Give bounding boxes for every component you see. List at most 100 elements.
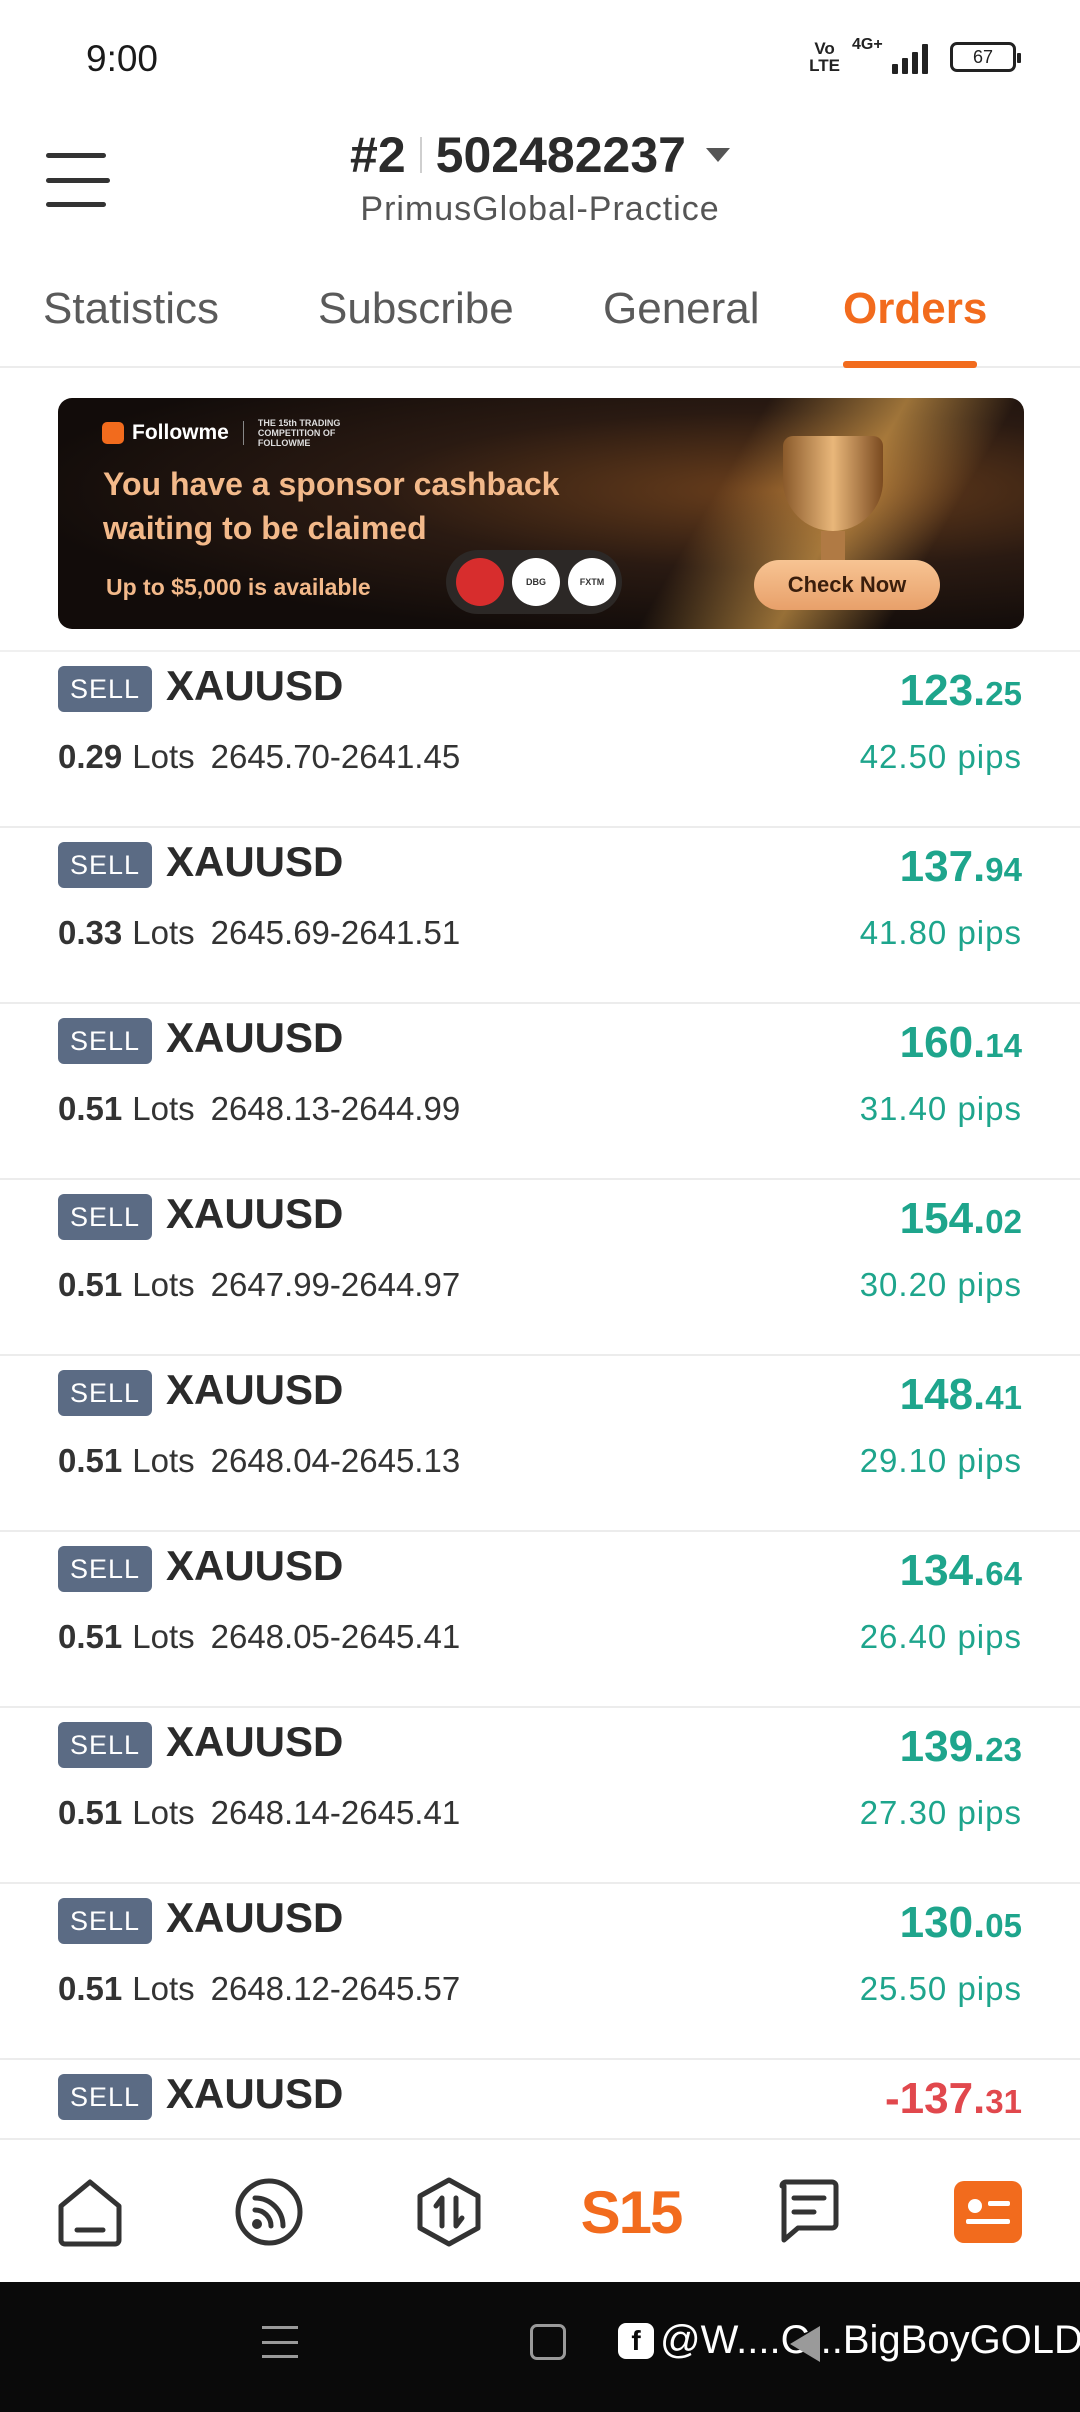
watermark: f @W....C...BigBoyGOLD xyxy=(618,2318,1080,2363)
sell-badge: SELL xyxy=(58,1898,152,1944)
open-close-prices: 2648.12-2645.57 xyxy=(210,1970,461,2007)
lots-unit: Lots xyxy=(132,1090,195,1127)
order-pips: 29.10 pips xyxy=(859,1442,1022,1479)
order-pips: 26.40 pips xyxy=(859,1618,1022,1655)
orders-list[interactable]: SELL XAUUSD 0.29 Lots 2645.70-2641.45 123.25 4… xyxy=(0,650,1080,2138)
profit-decimal: 14 xyxy=(985,1027,1022,1064)
order-row[interactable]: SELL XAUUSD 0.51 Lots 2648.13-2644.99 160.14 3… xyxy=(0,1004,1080,1180)
trade-icon[interactable] xyxy=(411,2174,487,2250)
facebook-icon: f xyxy=(618,2322,654,2359)
battery-level: 67 xyxy=(972,46,994,67)
sell-badge: SELL xyxy=(58,1546,152,1592)
order-row[interactable]: SELL XAUUSD 0.51 Lots 2647.99-2644.97 154.02 3… xyxy=(0,1180,1080,1356)
order-profit: 134.64 xyxy=(900,1546,1022,1596)
profit-integer: 139. xyxy=(899,1722,986,1771)
bottom-nav: S15 xyxy=(0,2138,1080,2282)
open-close-prices: 2645.70-2641.45 xyxy=(210,738,461,775)
profit-decimal: 31 xyxy=(985,2083,1022,2120)
home-button-icon[interactable] xyxy=(530,2324,566,2360)
order-row[interactable]: SELL XAUUSD 0.51 Lots 2648.14-2645.41 139.23 2… xyxy=(0,1708,1080,1884)
status-bar: 9:00 Vo LTE 4G+ 67 xyxy=(0,0,1080,120)
order-row[interactable]: SELL XAUUSD 0.51 Lots 2648.04-2645.13 148.41 2… xyxy=(0,1356,1080,1532)
open-close-prices: 2648.04-2645.13 xyxy=(210,1442,461,1479)
lots-unit: Lots xyxy=(132,1794,195,1831)
lot-size: 0.29 xyxy=(58,738,123,775)
tab-statistics[interactable]: Statistics xyxy=(43,284,219,334)
banner-headline: You have a sponsor cashback waiting to b… xyxy=(103,466,560,546)
order-symbol: XAUUSD xyxy=(166,662,344,709)
order-symbol: XAUUSD xyxy=(166,1894,344,1941)
sponsor-logo-dbg: DBG xyxy=(512,558,560,606)
order-lots-prices: 0.51 Lots 2648.04-2645.13 xyxy=(58,1442,460,1480)
lots-unit: Lots xyxy=(132,1442,195,1479)
lots-unit: Lots xyxy=(132,914,195,951)
tab-subscribe[interactable]: Subscribe xyxy=(318,284,514,334)
banner-footnote: Up to $5,000 is available xyxy=(106,574,371,600)
order-row[interactable]: SELL XAUUSD 0.33 Lots 2645.69-2641.51 137.94 4… xyxy=(0,828,1080,1004)
s15-competition-icon[interactable]: S15 xyxy=(576,2174,686,2250)
order-pips: 30.20 pips xyxy=(859,1266,1022,1303)
lot-size: 0.51 xyxy=(58,1618,123,1655)
order-row[interactable]: SELL XAUUSD -137.31 xyxy=(0,2060,1080,2138)
account-selector[interactable]: #2 502482237 PrimusGlobal-Practice xyxy=(0,126,1080,229)
sell-badge: SELL xyxy=(58,1194,152,1240)
order-row[interactable]: SELL XAUUSD 0.51 Lots 2648.05-2645.41 134.64 2… xyxy=(0,1532,1080,1708)
server-name: PrimusGlobal-Practice xyxy=(360,190,720,228)
order-pips: 42.50 pips xyxy=(859,738,1022,775)
order-lots-prices: 0.51 Lots 2648.12-2645.57 xyxy=(58,1970,460,2008)
order-pips: 25.50 pips xyxy=(859,1970,1022,2007)
competition-label: THE 15th TRADING COMPETITION OF FOLLOWME xyxy=(257,418,341,448)
profit-integer: -137. xyxy=(884,2074,986,2123)
back-icon[interactable] xyxy=(790,2326,820,2362)
sell-badge: SELL xyxy=(58,842,152,888)
promo-banner[interactable]: Followme THE 15th TRADING COMPETITION OF… xyxy=(58,398,1024,629)
message-icon[interactable] xyxy=(771,2174,847,2250)
profit-integer: 123. xyxy=(899,666,986,715)
tab-general[interactable]: General xyxy=(603,284,760,334)
home-icon[interactable] xyxy=(52,2174,128,2250)
sell-badge: SELL xyxy=(58,1722,152,1768)
sponsor-logos: DBG FXTM xyxy=(446,550,622,614)
status-time: 9:00 xyxy=(86,38,159,79)
chevron-down-icon[interactable] xyxy=(705,148,730,162)
lot-size: 0.51 xyxy=(58,1442,123,1479)
order-lots-prices: 0.51 Lots 2647.99-2644.97 xyxy=(58,1266,460,1304)
profit-integer: 130. xyxy=(899,1898,986,1947)
open-close-prices: 2648.05-2645.41 xyxy=(210,1618,461,1655)
open-close-prices: 2648.13-2644.99 xyxy=(210,1090,461,1127)
order-row[interactable]: SELL XAUUSD 0.29 Lots 2645.70-2641.45 123.25 4… xyxy=(0,652,1080,828)
account-number: 502482237 xyxy=(435,127,686,183)
open-close-prices: 2645.69-2641.51 xyxy=(210,914,461,951)
status-icons: Vo LTE 4G+ 67 xyxy=(809,36,1021,74)
sell-badge: SELL xyxy=(58,1018,152,1064)
profit-decimal: 05 xyxy=(985,1907,1022,1944)
sponsor-logo-1 xyxy=(456,558,504,606)
tab-orders[interactable]: Orders xyxy=(843,284,987,334)
feed-icon[interactable] xyxy=(231,2174,307,2250)
profit-integer: 134. xyxy=(899,1546,986,1595)
order-lots-prices: 0.29 Lots 2645.70-2641.45 xyxy=(58,738,460,776)
recents-icon[interactable] xyxy=(262,2326,298,2358)
signal-icon: 4G+ xyxy=(852,36,928,74)
order-lots-prices: 0.51 Lots 2648.05-2645.41 xyxy=(58,1618,460,1656)
lot-size: 0.51 xyxy=(58,1090,123,1127)
followme-logo: Followme THE 15th TRADING COMPETITION OF… xyxy=(102,418,348,448)
order-symbol: XAUUSD xyxy=(166,838,344,885)
order-profit: 139.23 xyxy=(900,1722,1022,1772)
lots-unit: Lots xyxy=(132,738,195,775)
order-lots-prices: 0.51 Lots 2648.13-2644.99 xyxy=(58,1090,460,1128)
order-lots-prices: 0.33 Lots 2645.69-2641.51 xyxy=(58,914,460,952)
profit-decimal: 02 xyxy=(985,1203,1022,1240)
lots-unit: Lots xyxy=(132,1970,195,2007)
battery-icon: 67 xyxy=(950,42,1021,72)
open-close-prices: 2648.14-2645.41 xyxy=(210,1794,461,1831)
order-profit: -137.31 xyxy=(885,2074,1022,2124)
order-profit: 160.14 xyxy=(900,1018,1022,1068)
open-close-prices: 2647.99-2644.97 xyxy=(210,1266,461,1303)
sponsor-logo-fxtm: FXTM xyxy=(568,558,616,606)
order-row[interactable]: SELL XAUUSD 0.51 Lots 2648.12-2645.57 130.05 2… xyxy=(0,1884,1080,2060)
tab-bar: Statistics Subscribe General Orders xyxy=(0,270,1080,368)
order-pips: 27.30 pips xyxy=(859,1794,1022,1831)
profile-card-icon[interactable] xyxy=(950,2174,1026,2250)
check-now-button[interactable]: Check Now xyxy=(754,560,940,610)
